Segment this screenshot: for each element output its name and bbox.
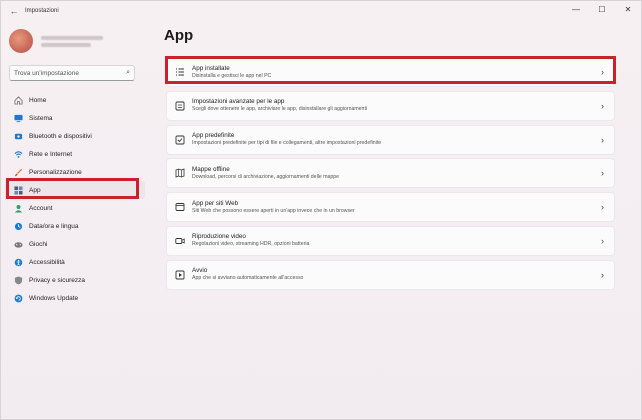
card-title: Avvio	[192, 267, 208, 275]
sidebar-item-windows-update[interactable]: Windows Update	[5, 289, 145, 307]
shield-icon	[13, 275, 23, 285]
controller-icon	[13, 239, 23, 249]
settings-card-list: App installate Disinstalla e gestisci le…	[166, 57, 615, 294]
sidebar-item-label: Personalizzazione	[29, 168, 82, 176]
sidebar-item-label: Privacy e sicurezza	[29, 276, 85, 284]
sidebar-item-label: Windows Update	[29, 294, 79, 302]
card-description: Disinstalla e gestisci le app nel PC	[192, 72, 272, 79]
sidebar-item-personalizzazione[interactable]: Personalizzazione	[5, 163, 145, 181]
chevron-right-icon: ›	[601, 269, 604, 280]
card-description: Impostazioni predefinite per tipi di fil…	[192, 140, 382, 147]
card-mappe-offline[interactable]: Mappe offline Download, percorsi di arch…	[166, 158, 615, 189]
card-title: Riproduzione video	[192, 233, 246, 241]
avatar	[9, 29, 33, 53]
chevron-right-icon: ›	[601, 168, 604, 179]
sidebar-item-label: Bluetooth e dispositivi	[29, 132, 92, 140]
maximize-button[interactable]: ☐	[589, 1, 615, 17]
card-app-predefinite[interactable]: App predefinite Impostazioni predefinite…	[166, 124, 615, 155]
card-avvio[interactable]: Avvio App che si avviano automaticamente…	[166, 259, 615, 290]
chevron-right-icon: ›	[601, 235, 604, 246]
brush-icon	[13, 167, 23, 177]
list-icon	[170, 67, 190, 77]
sidebar-item-label: Account	[29, 204, 53, 212]
card-description: Download, percorsi di archiviazione, agg…	[192, 173, 340, 180]
sidebar-item-label: Rete e Internet	[29, 150, 72, 158]
search-input[interactable]	[14, 69, 122, 77]
sidebar-item-label: App	[29, 186, 41, 194]
sidebar-nav: Home Sistema Bluetooth e dispositivi Ret…	[5, 91, 145, 307]
sidebar-item-label: Data/ora e lingua	[29, 222, 79, 230]
sidebar-item-label: Giochi	[29, 240, 48, 248]
card-description: Scegli dove ottenere le app, archiviare …	[192, 106, 368, 113]
home-icon	[13, 95, 23, 105]
sidebar-item-sistema[interactable]: Sistema	[5, 109, 145, 127]
card-app-installate[interactable]: App installate Disinstalla e gestisci le…	[166, 57, 615, 87]
website-app-icon	[170, 202, 190, 212]
window-controls: — ☐ ✕	[563, 1, 641, 17]
sidebar-item-label: Accessibilità	[29, 258, 65, 266]
default-apps-icon	[170, 135, 190, 145]
chevron-right-icon: ›	[601, 134, 604, 145]
video-icon	[170, 236, 190, 246]
system-icon	[13, 113, 23, 123]
globe-clock-icon	[13, 221, 23, 231]
sidebar-item-account[interactable]: Account	[5, 199, 145, 217]
sidebar-item-privacy[interactable]: Privacy e sicurezza	[5, 271, 145, 289]
card-title: Mappe offline	[192, 165, 230, 173]
advanced-apps-icon	[170, 101, 190, 111]
card-description: App che si avviano automaticamente all'a…	[192, 275, 304, 282]
profile-info-blurred	[41, 33, 103, 50]
wifi-icon	[13, 149, 23, 159]
sidebar-item-app[interactable]: App	[5, 181, 145, 199]
title-bar: ← Impostazioni — ☐ ✕	[1, 1, 641, 21]
back-button[interactable]: ←	[5, 2, 23, 20]
card-app-siti-web[interactable]: App per siti Web Siti Web che possono es…	[166, 192, 615, 223]
bluetooth-icon	[13, 131, 23, 141]
search-box[interactable]: ⌕	[9, 65, 135, 81]
card-title: App per siti Web	[192, 199, 239, 207]
accessibility-icon	[13, 257, 23, 267]
sidebar-item-giochi[interactable]: Giochi	[5, 235, 145, 253]
minimize-button[interactable]: —	[563, 1, 589, 17]
chevron-right-icon: ›	[601, 67, 604, 77]
page-title: App	[164, 27, 194, 44]
sidebar-item-bluetooth[interactable]: Bluetooth e dispositivi	[5, 127, 145, 145]
startup-icon	[170, 270, 190, 280]
update-icon	[13, 293, 23, 303]
sidebar: ⌕ Home Sistema Bluetooth e dispositivi	[1, 21, 151, 420]
sidebar-item-label: Home	[29, 96, 47, 104]
card-description: Regolazioni video, streaming HDR, opzion…	[192, 241, 310, 248]
card-title: App predefinite	[192, 132, 235, 140]
card-title: App installate	[192, 64, 230, 72]
card-impostazioni-avanzate[interactable]: Impostazioni avanzate per le app Scegli …	[166, 90, 615, 121]
close-button[interactable]: ✕	[615, 1, 641, 17]
user-profile[interactable]	[9, 29, 103, 53]
map-icon	[170, 168, 190, 178]
card-riproduzione-video[interactable]: Riproduzione video Regolazioni video, st…	[166, 225, 615, 256]
sidebar-item-rete[interactable]: Rete e Internet	[5, 145, 145, 163]
sidebar-item-data-ora[interactable]: Data/ora e lingua	[5, 217, 145, 235]
apps-icon	[13, 185, 23, 195]
card-title: Impostazioni avanzate per le app	[192, 98, 285, 106]
settings-window: ← Impostazioni — ☐ ✕ ⌕ Home	[0, 0, 642, 420]
sidebar-item-accessibilita[interactable]: Accessibilità	[5, 253, 145, 271]
card-description: Siti Web che possono essere aperti in un…	[192, 207, 355, 214]
window-title: Impostazioni	[25, 8, 59, 14]
chevron-right-icon: ›	[601, 100, 604, 111]
chevron-right-icon: ›	[601, 202, 604, 213]
sidebar-item-label: Sistema	[29, 114, 53, 122]
account-icon	[13, 203, 23, 213]
sidebar-item-home[interactable]: Home	[5, 91, 145, 109]
search-icon[interactable]: ⌕	[126, 69, 130, 77]
